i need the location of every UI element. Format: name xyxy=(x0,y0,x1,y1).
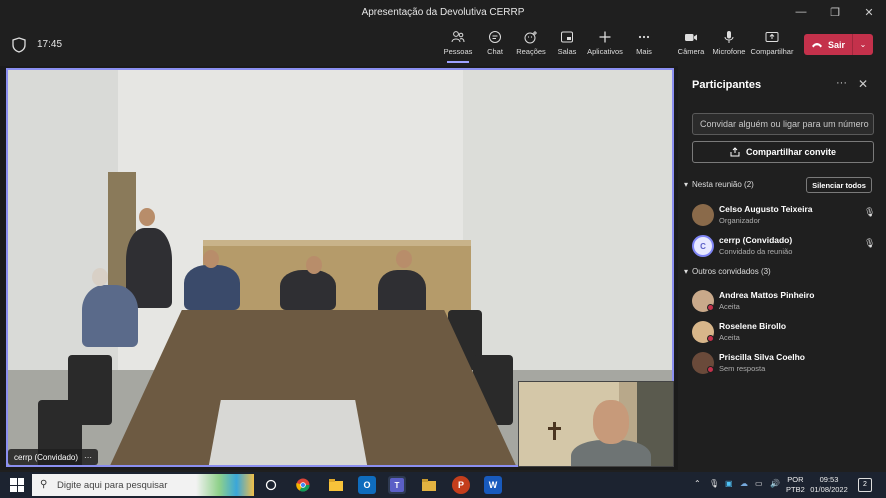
outlook-icon[interactable]: O xyxy=(358,476,376,494)
chat-icon xyxy=(489,31,501,43)
participant-role: Convidado da reunião xyxy=(719,247,793,256)
invitee-row[interactable]: Roselene Birollo Aceita xyxy=(692,319,872,345)
presence-indicator xyxy=(707,335,714,342)
chevron-down-icon: ⌄ xyxy=(859,40,867,49)
panel-title: Participantes xyxy=(692,79,762,91)
self-face xyxy=(593,400,629,444)
camera-icon xyxy=(685,34,697,41)
participant-name: Celso Augusto Teixeira xyxy=(719,204,813,214)
restore-icon[interactable]: ❐ xyxy=(818,0,852,24)
apps-icon xyxy=(599,31,611,43)
video-name-label: cerrp (Convidado) ··· xyxy=(8,449,99,465)
crucifix xyxy=(553,422,556,440)
participant-row[interactable]: C cerrp (Convidado) Convidado da reunião… xyxy=(692,233,876,259)
chevron-up-icon[interactable]: ⌃ xyxy=(694,479,701,488)
minimize-icon[interactable]: — xyxy=(784,0,818,24)
others-section[interactable]: ▾ Outros convidados (3) xyxy=(684,267,771,276)
invite-status: Aceita xyxy=(719,302,740,311)
invite-search-input[interactable]: Convidar alguém ou ligar para um número xyxy=(692,113,874,135)
shield-icon xyxy=(12,37,26,53)
meeting-clock: 17:45 xyxy=(37,39,63,50)
word-icon[interactable]: W xyxy=(484,476,502,494)
close-icon[interactable]: ✕ xyxy=(852,0,886,24)
share-invite-button[interactable]: Compartilhar convite xyxy=(692,141,874,163)
participant-role: Organizador xyxy=(719,216,761,225)
microphone-button[interactable]: Microfone xyxy=(709,30,749,56)
microphone-icon xyxy=(724,31,734,43)
powerpoint-icon[interactable]: P xyxy=(452,476,470,494)
chrome-icon[interactable] xyxy=(294,476,312,494)
people-icon xyxy=(451,31,465,43)
more-icon xyxy=(638,35,650,39)
volume-icon[interactable]: 🔊 xyxy=(770,479,780,488)
invite-status: Aceita xyxy=(719,333,740,342)
camera-button[interactable]: Câmera xyxy=(671,30,711,56)
folder-icon[interactable] xyxy=(420,476,438,494)
chevron-down-icon: ▾ xyxy=(684,267,689,276)
language-indicator[interactable]: POR PTB2 xyxy=(786,475,805,495)
rooms-button[interactable]: Salas xyxy=(547,30,587,56)
more-icon[interactable]: ··· xyxy=(836,77,847,89)
apps-button[interactable]: Aplicativos xyxy=(585,30,625,56)
microphone-icon: 🎙 xyxy=(864,238,876,248)
more-icon[interactable]: ··· xyxy=(84,453,92,462)
self-video[interactable] xyxy=(518,381,674,467)
meeting-toolbar: 17:45 Pessoas Chat Reações Salas Aplicat… xyxy=(0,24,886,66)
avatar xyxy=(692,204,714,226)
app-tray-icon[interactable]: ▣ xyxy=(725,479,733,488)
reactions-button[interactable]: Reações xyxy=(511,30,551,56)
reactions-icon xyxy=(524,31,537,44)
presence-indicator xyxy=(707,366,714,373)
microphone-icon: 🎙 xyxy=(864,207,876,217)
leave-button[interactable]: Sair xyxy=(804,34,852,55)
search-highlight-image xyxy=(196,474,254,496)
chat-button[interactable]: Chat xyxy=(475,30,515,56)
participant-name: Roselene Birollo xyxy=(719,321,787,331)
participants-panel: Participantes ··· ✕ Convidar alguém ou l… xyxy=(678,66,886,470)
title-bar: Apresentação da Devolutiva CERRP — ❐ ✕ xyxy=(0,0,886,24)
phone-hangup-icon xyxy=(811,42,822,47)
participant-name: cerrp (Convidado) xyxy=(719,235,793,245)
share-icon xyxy=(730,147,740,157)
microphone-icon[interactable]: 🎙 xyxy=(709,479,719,488)
presence-indicator xyxy=(707,304,714,311)
in-meeting-section[interactable]: ▾ Nesta reunião (2) xyxy=(684,180,754,189)
cloud-icon[interactable]: ☁ xyxy=(740,479,748,488)
rooms-icon xyxy=(561,31,573,43)
windows-start-icon[interactable] xyxy=(10,478,24,492)
notification-icon[interactable]: 2 xyxy=(858,478,872,492)
avatar: C xyxy=(692,235,714,257)
invitee-row[interactable]: Priscilla Silva Coelho Sem resposta xyxy=(692,350,872,376)
leave-options-button[interactable]: ⌄ xyxy=(852,34,873,55)
invite-status: Sem resposta xyxy=(719,364,766,373)
participant-name: Priscilla Silva Coelho xyxy=(719,352,805,362)
invitee-row[interactable]: Andrea Mattos Pinheiro Aceita xyxy=(692,288,872,314)
search-icon: ⚲ xyxy=(40,479,48,490)
windows-taskbar: ⚲ Digite aqui para pesquisar O T P W ⌃ 🎙… xyxy=(0,472,886,498)
share-icon xyxy=(765,32,779,42)
file-explorer-icon[interactable] xyxy=(327,476,345,494)
chevron-down-icon: ▾ xyxy=(684,180,689,189)
participant-name: Andrea Mattos Pinheiro xyxy=(719,290,815,300)
participant-row[interactable]: Celso Augusto Teixeira Organizador 🎙 xyxy=(692,202,876,228)
people-button[interactable]: Pessoas xyxy=(438,30,478,63)
taskbar-search-input[interactable]: ⚲ Digite aqui para pesquisar xyxy=(32,474,254,496)
battery-icon[interactable]: ▭ xyxy=(755,479,763,488)
window-title: Apresentação da Devolutiva CERRP xyxy=(361,6,525,18)
teams-icon[interactable]: T xyxy=(388,476,406,494)
close-icon[interactable]: ✕ xyxy=(858,77,868,91)
more-button[interactable]: Mais xyxy=(624,30,664,56)
share-button[interactable]: Compartilhar xyxy=(751,30,793,56)
task-view-icon[interactable] xyxy=(262,476,280,494)
window-controls: — ❐ ✕ xyxy=(784,0,886,24)
mute-all-button[interactable]: Silenciar todos xyxy=(806,177,872,193)
taskbar-clock[interactable]: 09:53 01/08/2022 xyxy=(810,475,848,495)
